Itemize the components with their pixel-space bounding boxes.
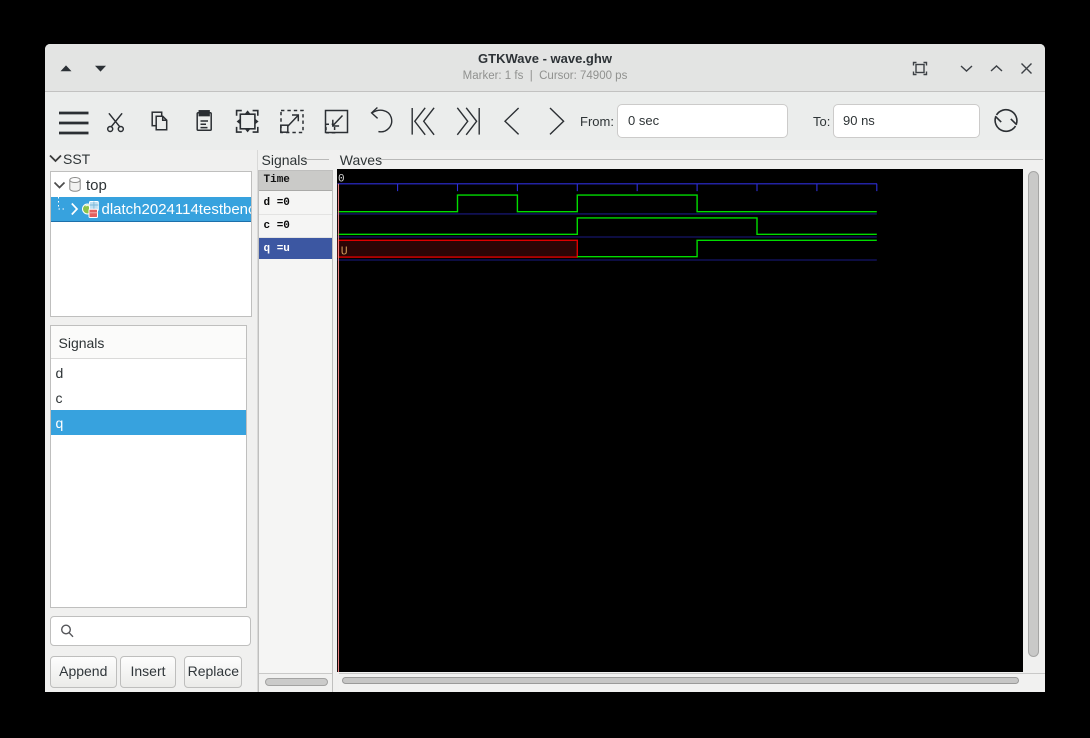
svg-text:U: U (341, 245, 348, 258)
